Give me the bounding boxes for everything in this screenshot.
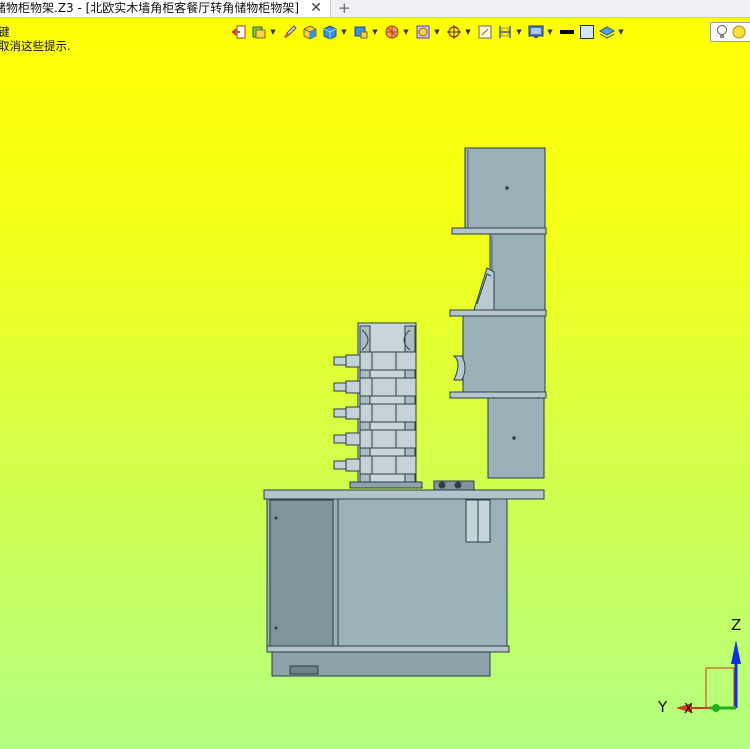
axis-triad: Z Y X xyxy=(657,616,741,717)
cabinet-side-panel xyxy=(269,499,334,647)
shelf-board-3 xyxy=(449,391,547,399)
countertop xyxy=(263,489,545,500)
shelf-middle-box xyxy=(489,233,546,313)
shelf-board-1 xyxy=(451,227,547,235)
cad-viewport[interactable]: Z Y X xyxy=(0,0,750,749)
bottles xyxy=(333,351,417,475)
y-axis-label: Y xyxy=(657,698,668,716)
x-axis-label: X xyxy=(684,702,693,717)
shelf-top-box xyxy=(464,147,546,231)
shelf-unit[interactable] xyxy=(263,147,547,677)
shelf-bottom-box xyxy=(487,397,545,479)
shelf-lower-box xyxy=(462,315,546,393)
z-axis-label: Z xyxy=(731,616,741,634)
shelf-board-2 xyxy=(449,309,547,317)
